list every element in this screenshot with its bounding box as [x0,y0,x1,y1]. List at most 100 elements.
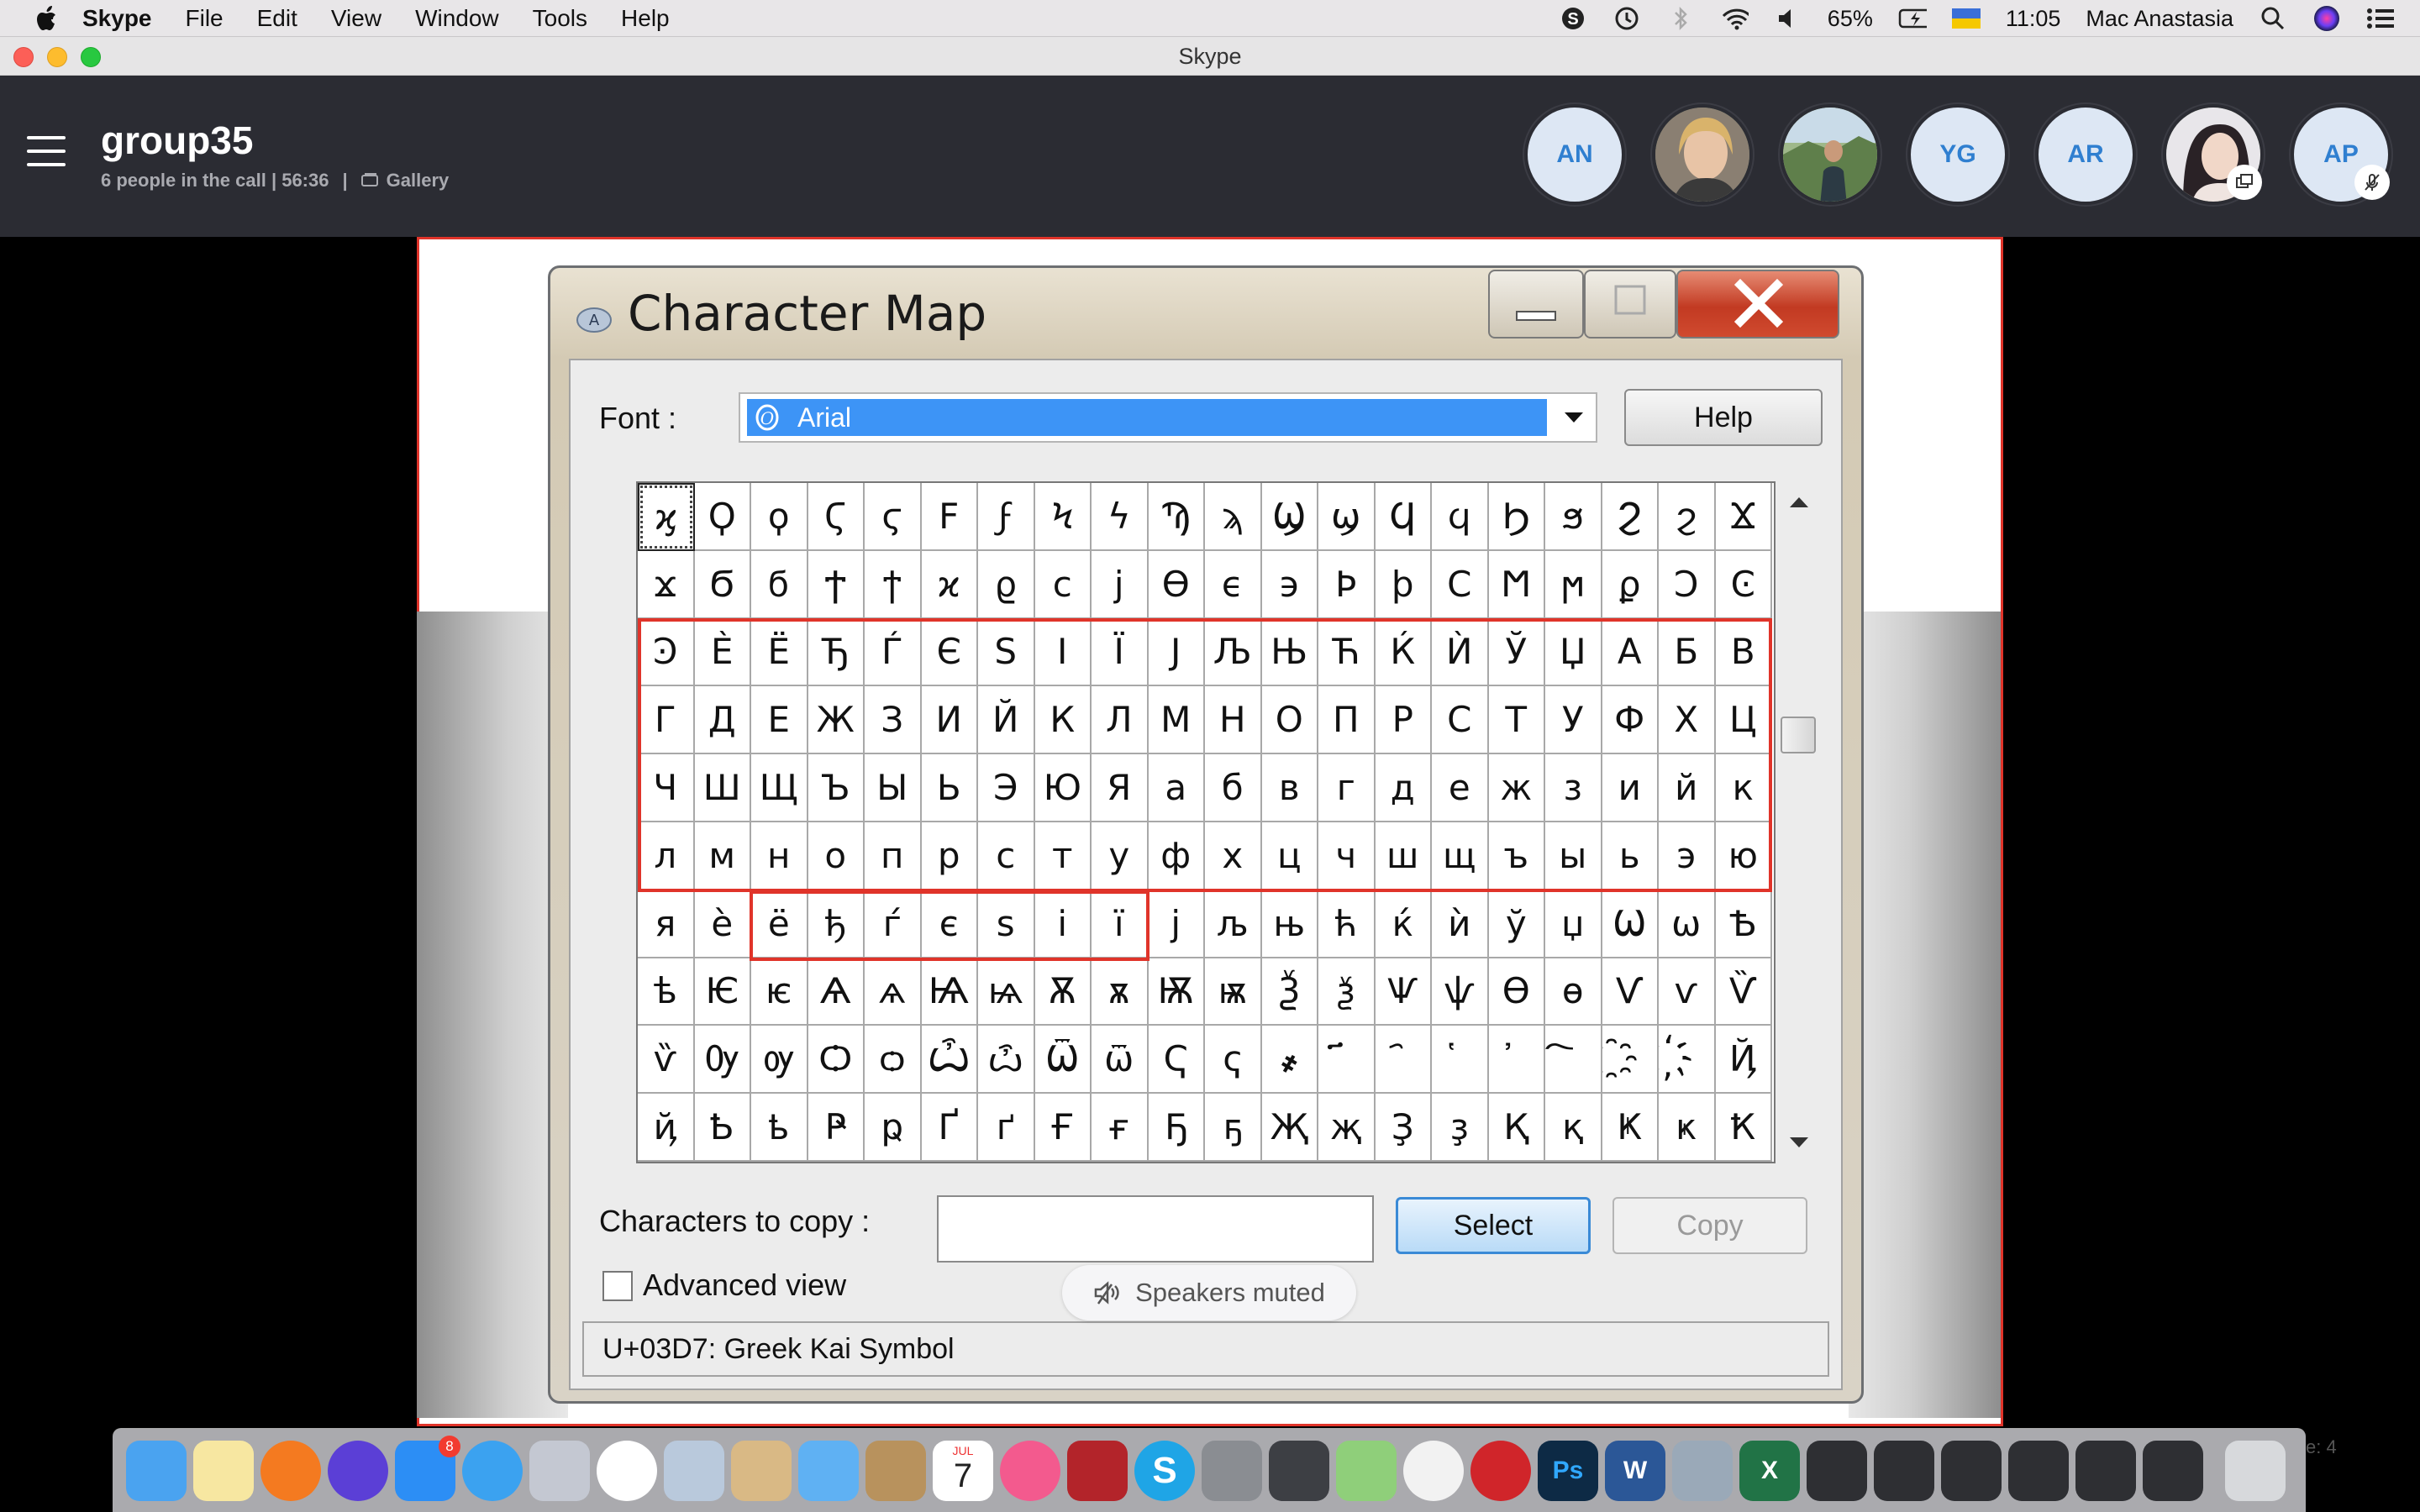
character-cell[interactable]: ѝ [1432,890,1489,958]
character-cell[interactable]: ϶ [1261,550,1318,619]
character-cell[interactable]: Ь [921,754,978,822]
character-cell[interactable]: о [808,822,865,890]
character-cell[interactable]: Њ [1261,618,1318,687]
participant-avatar-ar[interactable]: AR [2035,104,2136,205]
time-machine-icon[interactable] [1612,4,1641,33]
character-cell[interactable]: ј [1148,890,1205,958]
character-cell[interactable]: Ѿ [1034,1026,1092,1095]
character-cell[interactable]: ѽ [978,1026,1035,1095]
character-cell[interactable]: Ϡ [1148,483,1205,551]
character-cell[interactable]: и [1602,754,1659,822]
spotlight-search-icon[interactable] [2259,4,2287,33]
character-cell[interactable]: К [1034,686,1092,755]
character-cell[interactable]: ϛ [865,483,922,551]
character-cell[interactable]: Ϙ [694,483,751,551]
character-cell[interactable]: җ [1318,1094,1376,1162]
grid-scrollbar[interactable] [1777,481,1821,1163]
character-cell[interactable]: Є [921,618,978,687]
character-cell[interactable]: ϻ [1545,550,1602,619]
character-cell[interactable]: ш [1375,822,1432,890]
character-cell[interactable]: ҍ [751,1094,808,1162]
character-cell[interactable]: Ѹ [694,1026,751,1095]
character-cell[interactable]: ѡ [1659,890,1716,958]
character-cell[interactable]: Ϭ [694,550,751,619]
character-cell[interactable]: Ѐ [694,618,751,687]
character-cell[interactable]: ѵ [1659,958,1716,1026]
character-cell[interactable]: Ϩ [1602,483,1659,551]
character-cell[interactable]: і [1034,890,1092,958]
character-cell[interactable]: Т [1488,686,1545,755]
character-cell[interactable]: Ϻ [1488,550,1545,619]
character-cell[interactable]: ѧ [865,958,922,1026]
character-cell[interactable]: ё [751,890,808,958]
character-cell[interactable]: Ϣ [1261,483,1318,551]
character-cell[interactable]: е [1432,754,1489,822]
participant-avatar-an[interactable]: AN [1524,104,1625,205]
character-cell[interactable]: ҃ [1318,1026,1376,1095]
bluetooth-icon[interactable] [1666,4,1695,33]
siri-icon[interactable] [2312,4,2341,33]
scroll-down-arrow-icon[interactable] [1789,1137,1809,1148]
character-cell[interactable]: ϟ [1092,483,1149,551]
character-cell[interactable]: ϣ [1318,483,1376,551]
character-cell[interactable]: Ͻ [1659,550,1716,619]
charmap-minimize-button[interactable] [1488,270,1584,339]
character-cell[interactable]: Ѕ [978,618,1035,687]
character-cell[interactable]: ϵ [1205,550,1262,619]
scroll-up-arrow-icon[interactable] [1789,496,1809,508]
character-cell[interactable]: а [1148,754,1205,822]
character-cell[interactable]: Й [978,686,1035,755]
character-cell[interactable]: Ѫ [1034,958,1092,1026]
safari-icon[interactable] [462,1440,523,1501]
wifi-icon[interactable] [1720,4,1749,33]
character-cell[interactable]: Ћ [1318,618,1376,687]
character-cell[interactable]: Ю [1034,754,1092,822]
character-cell[interactable]: Ѝ [1432,618,1489,687]
apple-icon[interactable] [35,5,60,31]
character-cell[interactable]: Ҋ [1715,1026,1772,1095]
character-cell[interactable]: Ѽ [921,1026,978,1095]
characters-to-copy-input[interactable] [937,1195,1374,1263]
character-cell[interactable]: г [1318,754,1376,822]
character-cell[interactable]: Ё [751,618,808,687]
menu-app-skype[interactable]: Skype [82,5,152,32]
chrome-icon[interactable] [597,1440,657,1501]
window-thumb-icon[interactable] [1807,1440,1867,1501]
character-cell[interactable]: Ѓ [865,618,922,687]
window-thumb-icon[interactable] [2008,1440,2069,1501]
character-cell[interactable]: ҏ [865,1094,922,1162]
app-store-icon[interactable]: 8 [395,1435,460,1501]
itunes-icon[interactable] [1000,1440,1060,1501]
chevron-down-icon[interactable] [1557,401,1591,434]
character-cell[interactable]: Ϛ [808,483,865,551]
character-cell[interactable]: д [1375,754,1432,822]
charmap-close-button[interactable] [1676,270,1839,339]
menu-window[interactable]: Window [415,5,499,32]
copy-button[interactable]: Copy [1612,1197,1807,1254]
menu-view[interactable]: View [331,5,381,32]
character-cell[interactable]: с [978,822,1035,890]
character-cell[interactable]: ћ [1318,890,1376,958]
character-cell[interactable]: ѷ [638,1026,695,1095]
character-cell[interactable]: Ҍ [694,1094,751,1162]
participant-avatar-photo[interactable] [1780,104,1881,205]
menu-help[interactable]: Help [621,5,670,32]
character-cell[interactable]: ѭ [1205,958,1262,1026]
character-cell[interactable]: ϰ [921,550,978,619]
character-cell[interactable]: ҁ [1205,1026,1262,1095]
character-cell[interactable]: э [1659,822,1716,890]
character-cell[interactable]: Ѻ [808,1026,865,1095]
character-cell[interactable]: Ф [1602,686,1659,755]
character-cell[interactable]: Щ [751,754,808,822]
character-cell[interactable]: Ϸ [1318,550,1376,619]
gallery-view-button[interactable]: Gallery [387,170,450,192]
character-cell[interactable]: Х [1659,686,1716,755]
photoshop-icon[interactable]: Ps [1538,1440,1598,1501]
skype-status-icon[interactable]: S [1559,4,1587,33]
character-cell[interactable]: ҋ [638,1094,695,1162]
character-cell[interactable]: ϗ [638,483,695,551]
character-cell[interactable]: ϥ [1432,483,1489,551]
character-cell[interactable]: Ў [1488,618,1545,687]
character-cell[interactable]: В [1715,618,1772,687]
character-cell[interactable]: ч [1318,822,1376,890]
